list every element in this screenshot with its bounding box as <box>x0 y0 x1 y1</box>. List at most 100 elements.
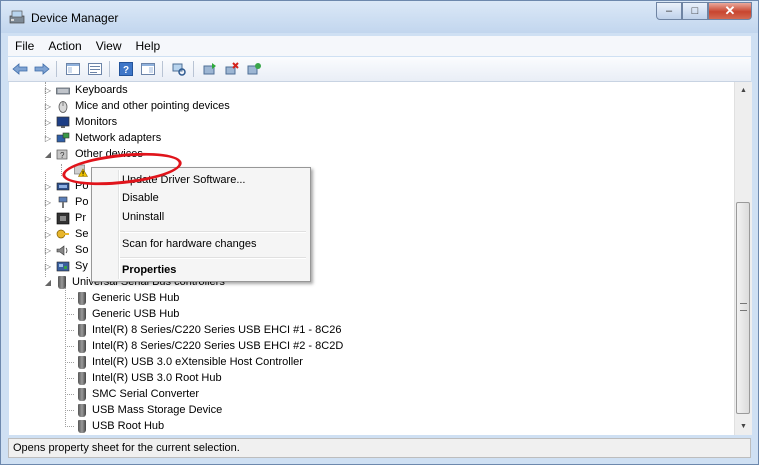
scan-hardware-icon[interactable] <box>169 60 189 78</box>
usb-device-icon <box>78 339 86 353</box>
tree-node-label: Pr <box>75 212 86 224</box>
menu-view[interactable]: View <box>89 39 129 53</box>
menu-help[interactable]: Help <box>129 39 168 53</box>
tree-node-usb-device[interactable]: Intel(R) 8 Series/C220 Series USB EHCI #… <box>73 338 343 354</box>
tree-node-usb-device[interactable]: Generic USB Hub <box>73 290 179 306</box>
forward-arrow-icon[interactable] <box>32 60 52 78</box>
keyboard-icon <box>56 87 70 94</box>
tree-node-label: So <box>75 244 89 256</box>
window-title: Device Manager <box>31 11 119 25</box>
usb-device-icon <box>78 387 86 401</box>
title-bar[interactable]: Device Manager – □ ✕ <box>1 1 758 33</box>
caption-buttons: – □ ✕ <box>656 2 752 22</box>
tree-node-label: Po <box>75 196 89 208</box>
expand-arrow-icon[interactable]: ▷ <box>43 102 53 111</box>
toolbar-separator <box>109 61 110 77</box>
tree-node-label: Monitors <box>75 116 118 128</box>
tree-node-usb-device[interactable]: Generic USB Hub <box>73 306 179 322</box>
usb-device-icon <box>78 291 86 305</box>
tree-node-label: Intel(R) 8 Series/C220 Series USB EHCI #… <box>92 324 342 336</box>
context-menu-separator <box>120 257 306 259</box>
toolbar-separator <box>56 61 57 77</box>
expand-arrow-icon[interactable]: ▷ <box>43 198 53 207</box>
ports-icon <box>56 182 70 190</box>
tree-node-system-devices[interactable]: ▷ Sy <box>43 258 88 274</box>
properties-icon[interactable] <box>85 60 105 78</box>
usb-device-icon <box>78 323 86 337</box>
toolbar-separator <box>162 61 163 77</box>
show-action-pane-icon[interactable] <box>138 60 158 78</box>
tree-node-usb-device[interactable]: Intel(R) 8 Series/C220 Series USB EHCI #… <box>73 322 341 338</box>
scroll-up-arrow-icon[interactable]: ▲ <box>735 82 752 99</box>
usb-device-icon <box>78 371 86 385</box>
expand-arrow-icon[interactable]: ▷ <box>43 134 53 143</box>
other-devices-icon: ? <box>56 149 68 160</box>
processor-icon <box>56 212 70 224</box>
tree-node-power[interactable]: ▷ Po <box>43 194 89 210</box>
tree-node-label: SMC Serial Converter <box>92 388 199 400</box>
security-devices-icon <box>56 229 69 238</box>
minimize-button[interactable]: – <box>656 2 682 20</box>
monitor-icon <box>56 116 70 128</box>
vertical-scrollbar[interactable]: ▲ ▼ <box>734 82 752 435</box>
menu-item-uninstall[interactable]: Uninstall <box>122 211 164 223</box>
menu-action[interactable]: Action <box>41 39 88 53</box>
tree-node-label: Intel(R) 8 Series/C220 Series USB EHCI #… <box>92 340 344 352</box>
tree-node-network-adapters[interactable]: ▷ Network adapters <box>43 130 161 146</box>
expand-arrow-icon[interactable]: ▷ <box>43 246 53 255</box>
context-menu-separator <box>120 231 306 233</box>
usb-device-icon <box>78 307 86 321</box>
network-adapter-icon <box>56 132 70 142</box>
expand-arrow-icon[interactable]: ▷ <box>43 214 53 223</box>
tree-node-label: Intel(R) USB 3.0 eXtensible Host Control… <box>92 356 303 368</box>
tree-node-usb-device[interactable]: SMC Serial Converter <box>73 386 199 402</box>
tree-node-monitors[interactable]: ▷ Monitors <box>43 114 117 130</box>
menu-file[interactable]: File <box>8 39 41 53</box>
svg-text:?: ? <box>123 65 129 76</box>
expand-arrow-icon[interactable]: ▷ <box>43 230 53 239</box>
tree-node-label: USB Root Hub <box>92 420 165 432</box>
menu-item-properties[interactable]: Properties <box>122 264 176 276</box>
toolbar-separator <box>193 61 194 77</box>
expand-arrow-icon[interactable]: ▷ <box>43 86 53 95</box>
tree-node-label: Generic USB Hub <box>92 292 180 304</box>
tree-node-security-devices[interactable]: ▷ Se <box>43 226 89 242</box>
menu-item-scan-for-hardware-changes[interactable]: Scan for hardware changes <box>122 238 257 250</box>
tree-node-usb-device[interactable]: USB Mass Storage Device <box>73 402 222 418</box>
tree-node-usb-device[interactable]: USB Root Hub <box>73 418 164 434</box>
tree-node-processors[interactable]: ▷ Pr <box>43 210 86 226</box>
tree-node-usb-device[interactable]: Intel(R) USB 3.0 eXtensible Host Control… <box>73 354 303 370</box>
toolbar: ? <box>8 57 751 82</box>
tree-node-label: Sy <box>75 260 88 272</box>
back-arrow-icon[interactable] <box>10 60 30 78</box>
tree-node-keyboards[interactable]: ▷ Keyboards <box>43 82 128 98</box>
sound-icon <box>56 244 68 256</box>
maximize-button[interactable]: □ <box>682 2 708 20</box>
system-devices-icon <box>56 261 70 271</box>
help-icon[interactable]: ? <box>116 60 136 78</box>
usb-device-icon <box>78 355 86 369</box>
expand-arrow-icon[interactable]: ▷ <box>43 182 53 191</box>
collapse-arrow-icon[interactable]: ◢ <box>43 150 53 159</box>
expand-arrow-icon[interactable]: ▷ <box>43 262 53 271</box>
uninstall-icon[interactable] <box>222 60 242 78</box>
close-button[interactable]: ✕ <box>708 2 752 20</box>
tree-node-label: Se <box>75 228 89 240</box>
expand-arrow-icon[interactable]: ▷ <box>43 118 53 127</box>
enable-device-icon[interactable] <box>244 60 264 78</box>
tree-node-sound[interactable]: ▷ So <box>43 242 89 258</box>
tree-node-usb-device[interactable]: Intel(R) USB 3.0 Root Hub <box>73 370 222 386</box>
tree-node-label: Generic USB Hub <box>92 308 180 320</box>
update-driver-icon[interactable] <box>200 60 220 78</box>
menu-item-disable[interactable]: Disable <box>122 192 159 204</box>
usb-device-icon <box>78 419 86 433</box>
mouse-icon <box>58 100 68 113</box>
status-text: Opens property sheet for the current sel… <box>13 442 240 454</box>
scrollbar-thumb[interactable] <box>736 202 750 414</box>
show-hide-console-tree-icon[interactable] <box>63 60 83 78</box>
scroll-down-arrow-icon[interactable]: ▼ <box>735 418 752 435</box>
tree-node-mice[interactable]: ▷ Mice and other pointing devices <box>43 98 230 114</box>
context-menu-gutter <box>118 170 120 279</box>
usb-controller-icon <box>58 275 66 289</box>
collapse-arrow-icon[interactable]: ◢ <box>43 278 53 287</box>
